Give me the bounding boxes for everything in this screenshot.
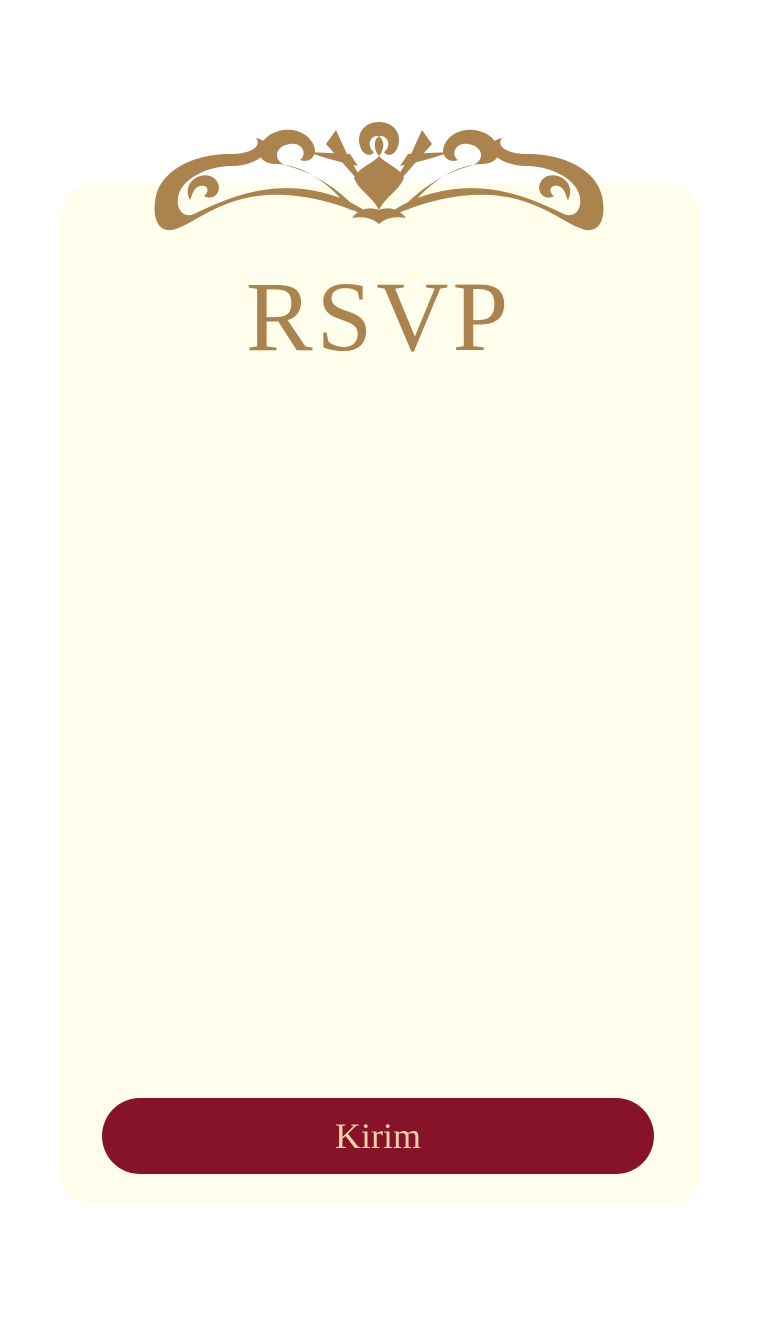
scroll-ornament-icon [154, 122, 604, 231]
rsvp-form-area [102, 400, 654, 1060]
page-title: RSVP [245, 261, 513, 372]
submit-button[interactable]: Kirim [102, 1098, 654, 1174]
